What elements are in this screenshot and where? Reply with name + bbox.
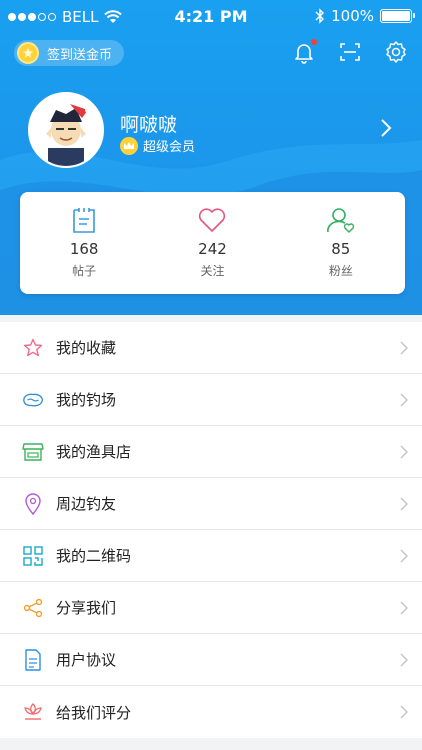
checkin-label: 签到送金币 xyxy=(47,47,113,63)
posts-count: 168 xyxy=(69,240,99,258)
stat-posts[interactable]: 168 帖子 xyxy=(20,192,148,294)
menu-label: 我的钓场 xyxy=(56,391,117,409)
menu-item-qr-code[interactable]: 我的二维码 xyxy=(0,530,422,582)
battery-icon xyxy=(380,9,415,23)
location-pin-icon xyxy=(22,492,44,515)
chevron-right-icon xyxy=(400,549,408,563)
posts-label: 帖子 xyxy=(72,264,97,278)
stat-fans[interactable]: 85 粉丝 xyxy=(277,192,405,294)
coin-icon xyxy=(17,42,39,64)
menu-label: 用户协议 xyxy=(56,651,117,669)
chevron-right-icon xyxy=(400,653,408,667)
status-bar: BELL 4:21 PM 100% xyxy=(0,0,422,34)
qr-code-icon xyxy=(22,545,44,567)
chevron-right-icon xyxy=(400,705,408,719)
heart-icon xyxy=(199,208,226,232)
menu-label: 我的二维码 xyxy=(56,547,132,565)
shop-icon xyxy=(22,441,44,463)
crown-icon xyxy=(120,136,138,155)
lake-icon xyxy=(22,389,44,411)
menu-label: 我的收藏 xyxy=(56,339,117,357)
avatar-image xyxy=(30,94,102,166)
fans-label: 粉丝 xyxy=(328,264,353,278)
menu-item-nearby-anglers[interactable]: 周边钓友 xyxy=(0,478,422,530)
fans-icon xyxy=(326,208,354,233)
battery-percent: 100% xyxy=(331,7,374,25)
menu-list: 我的收藏 我的钓场 我的渔具店 周边钓友 我的二维码 分享我们 用户协议 给我们… xyxy=(0,322,422,738)
posts-icon xyxy=(73,208,95,233)
chevron-right-icon xyxy=(400,445,408,459)
menu-label: 分享我们 xyxy=(56,599,117,617)
menu-item-fishing-spots[interactable]: 我的钓场 xyxy=(0,374,422,426)
following-label: 关注 xyxy=(200,264,225,278)
fans-count: 85 xyxy=(331,240,351,258)
menu-label: 给我们评分 xyxy=(56,703,132,722)
share-icon xyxy=(22,597,44,619)
menu-item-favorites[interactable]: 我的收藏 xyxy=(0,322,422,374)
stats-card: 168 帖子 242 关注 85 粉丝 xyxy=(20,192,405,294)
chevron-right-icon xyxy=(400,601,408,615)
membership-label: 超级会员 xyxy=(143,140,196,155)
chevron-right-icon xyxy=(400,341,408,355)
following-count: 242 xyxy=(198,240,227,258)
profile-header: BELL 4:21 PM 100% 签到送金币 啊啵啵 超级会员 168 帖子 … xyxy=(0,0,422,315)
stat-following[interactable]: 242 关注 xyxy=(148,192,276,294)
rating-icon xyxy=(22,701,44,723)
checkin-button[interactable]: 签到送金币 xyxy=(14,40,125,66)
username: 啊啵啵 xyxy=(120,114,178,136)
notification-dot xyxy=(311,39,317,45)
menu-label: 我的渔具店 xyxy=(56,443,132,461)
menu-item-user-agreement[interactable]: 用户协议 xyxy=(0,634,422,686)
scan-icon[interactable] xyxy=(338,40,362,64)
profile-chevron-right-icon[interactable] xyxy=(380,118,392,138)
avatar[interactable] xyxy=(28,92,104,168)
bluetooth-icon xyxy=(315,8,325,24)
menu-item-tackle-shop[interactable]: 我的渔具店 xyxy=(0,426,422,478)
settings-gear-icon[interactable] xyxy=(384,40,408,64)
star-icon xyxy=(22,337,44,359)
membership-badge: 超级会员 xyxy=(120,136,195,155)
menu-label: 周边钓友 xyxy=(56,495,117,513)
chevron-right-icon xyxy=(400,497,408,511)
menu-item-rate-us[interactable]: 给我们评分 xyxy=(0,686,422,738)
chevron-right-icon xyxy=(400,393,408,407)
notification-bell-icon[interactable] xyxy=(292,39,317,64)
document-icon xyxy=(22,648,44,671)
menu-item-share[interactable]: 分享我们 xyxy=(0,582,422,634)
